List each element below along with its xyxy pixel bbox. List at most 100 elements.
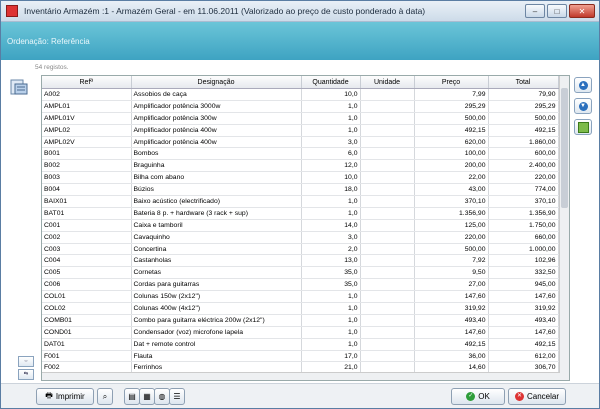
horizontal-scrollbar[interactable] [42, 372, 560, 380]
table-row[interactable]: F001 Flauta 17,0 36,00 612,00 [42, 350, 559, 363]
inventory-grid[interactable]: Refª Designação Quantidade Unidade Preço… [41, 75, 570, 381]
layout-button[interactable]: ▦ [139, 388, 155, 405]
table-row[interactable]: AMPL02V Amplificador potência 400w 3,0 620,… [42, 136, 559, 149]
close-button[interactable]: ✕ [569, 4, 595, 18]
table-row[interactable]: A002 Assobios de caça 10,0 7,99 79,90 [42, 88, 559, 101]
table-row[interactable]: B001 Bombos 6,0 100,00 600,00 [42, 147, 559, 161]
filter-button[interactable]: ☰ [169, 388, 185, 405]
expand-columns-button[interactable]: ⇔ [18, 356, 34, 367]
cell-ref: DAT01 [42, 338, 132, 351]
cell-quantity: 10,0 [301, 88, 361, 101]
cell-unit [360, 231, 415, 244]
cell-price: 1.356,90 [414, 207, 489, 220]
cell-total: 370,10 [488, 195, 559, 208]
ok-button[interactable]: ✓ OK [451, 388, 505, 405]
cell-quantity: 1,0 [301, 195, 361, 208]
cell-total: 220,00 [488, 171, 559, 185]
column-header-price[interactable]: Preço [414, 76, 489, 89]
cell-ref: C005 [42, 266, 132, 280]
cell-price: 27,00 [414, 278, 489, 292]
table-row[interactable]: B004 Búzios 18,0 43,00 774,00 [42, 183, 559, 197]
cell-unit [360, 88, 415, 101]
ordering-label: Ordenação: Referência [7, 37, 90, 46]
table-row[interactable]: AMPL02 Amplificador potência 400w 1,0 492,1… [42, 124, 559, 137]
table-row[interactable]: COL01 Colunas 150w (2x12") 1,0 147,60 147,60 [42, 290, 559, 304]
cell-ref: COMB01 [42, 314, 132, 327]
cell-unit [360, 290, 415, 304]
minimize-button[interactable]: ‒ [525, 4, 545, 18]
cell-unit [360, 159, 415, 173]
cell-price: 7,92 [414, 254, 489, 268]
cell-designation: Bombos [131, 147, 302, 161]
cell-unit [360, 326, 415, 339]
print-button[interactable]: 🖶 Imprimir [36, 388, 94, 405]
table-row[interactable]: DAT01 Dat + remote control 1,0 492,15 492,15 [42, 338, 559, 351]
cell-unit [360, 266, 415, 280]
column-header-unit[interactable]: Unidade [360, 76, 415, 89]
cell-unit [360, 254, 415, 268]
column-header-quantity[interactable]: Quantidade [301, 76, 361, 89]
cell-price: 7,99 [414, 88, 489, 101]
cell-quantity: 13,0 [301, 254, 361, 268]
title-bar[interactable]: Inventário Armazém :1 - Armazém Geral - … [1, 1, 599, 22]
cell-price: 220,00 [414, 231, 489, 244]
cell-price: 319,92 [414, 302, 489, 315]
table-row[interactable]: COND01 Condensador (voz) microfone lapela… [42, 326, 559, 339]
cell-designation: Braguinha [131, 159, 302, 173]
collapse-columns-button[interactable]: ⇆ [18, 369, 34, 380]
cell-quantity: 1,0 [301, 124, 361, 137]
table-row[interactable]: COMB01 Combo para guitarra eléctrica 200w… [42, 314, 559, 327]
vertical-scrollbar[interactable] [559, 76, 569, 380]
table-row[interactable]: C003 Concertina 2,0 500,00 1.000,00 [42, 243, 559, 256]
table-row[interactable]: C006 Cordas para guitarras 35,0 27,00 945,00 [42, 278, 559, 292]
cell-total: 493,40 [488, 314, 559, 327]
table-row[interactable]: BAT01 Bateria 8 p. + hardware (3 rack + s… [42, 207, 559, 220]
table-row[interactable]: B003 Bilha com abano 10,0 22,00 220,00 [42, 171, 559, 185]
cell-unit [360, 100, 415, 113]
table-row[interactable]: B002 Braguinha 12,0 200,00 2.400,00 [42, 159, 559, 173]
cell-total: 2.400,00 [488, 159, 559, 173]
column-header-total[interactable]: Total [488, 76, 559, 89]
page-setup-button[interactable]: ▤ [124, 388, 140, 405]
table-row[interactable]: BAIX01 Baixo acústico (electrificado) 1,0 3… [42, 195, 559, 208]
cancel-button[interactable]: ✕ Cancelar [508, 388, 566, 405]
cell-total: 102,96 [488, 254, 559, 268]
cell-designation: Condensador (voz) microfone lapela [131, 326, 302, 339]
cell-quantity: 1,0 [301, 326, 361, 339]
cell-ref: C006 [42, 278, 132, 292]
cell-price: 620,00 [414, 136, 489, 149]
cell-unit [360, 314, 415, 327]
cell-ref: B003 [42, 171, 132, 185]
web-button[interactable]: ◍ [154, 388, 170, 405]
cell-quantity: 35,0 [301, 278, 361, 292]
preview-button[interactable]: ⌕ [97, 388, 113, 405]
table-row[interactable]: AMPL01 Amplificador potência 3000w 1,0 295,… [42, 100, 559, 113]
table-row[interactable]: C005 Cornetas 35,0 9,50 332,50 [42, 266, 559, 280]
report-icon [10, 79, 28, 95]
column-header-ref[interactable]: Refª [42, 76, 132, 89]
move-up-button[interactable]: ▲ [574, 77, 592, 93]
table-row[interactable]: C004 Castanholas 13,0 7,92 102,96 [42, 254, 559, 268]
cell-total: 612,00 [488, 350, 559, 363]
move-down-button[interactable]: ▼ [574, 98, 592, 114]
cell-unit [360, 183, 415, 197]
cell-designation: Cavaquinho [131, 231, 302, 244]
maximize-button[interactable]: □ [547, 4, 567, 18]
column-header-designation[interactable]: Designação [131, 76, 302, 89]
vertical-scroll-thumb[interactable] [561, 88, 568, 208]
filter-icon: ☰ [173, 392, 181, 401]
record-count: 54 registos. [35, 64, 69, 71]
cell-designation: Bilha com abano [131, 171, 302, 185]
cell-price: 492,15 [414, 338, 489, 351]
table-row[interactable]: AMPL01V Amplificador potência 300w 1,0 500,… [42, 112, 559, 125]
table-row[interactable]: C002 Cavaquinho 3,0 220,00 660,00 [42, 231, 559, 244]
cell-total: 1.356,90 [488, 207, 559, 220]
table-row[interactable]: COL02 Colunas 400w (4x12") 1,0 319,92 319,92 [42, 302, 559, 315]
cell-price: 200,00 [414, 159, 489, 173]
table-row[interactable]: C001 Caixa e tamboril 14,0 125,00 1.750,00 [42, 219, 559, 232]
cell-designation: Colunas 400w (4x12") [131, 302, 302, 315]
cell-unit [360, 147, 415, 161]
cell-unit [360, 207, 415, 220]
export-button[interactable] [574, 119, 592, 135]
cell-ref: C004 [42, 254, 132, 268]
